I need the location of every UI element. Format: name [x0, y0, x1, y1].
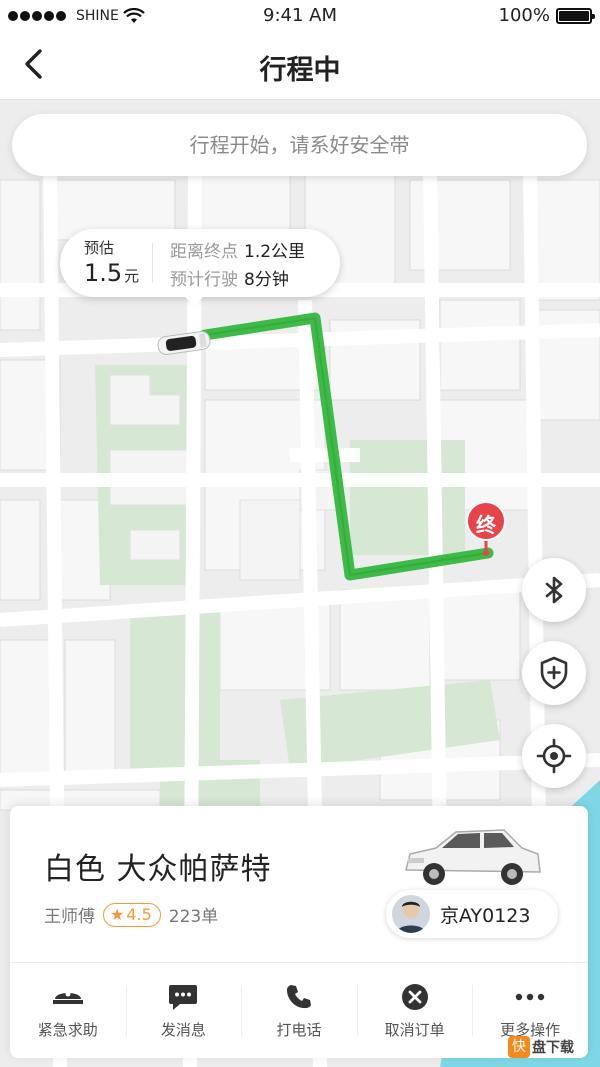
plate-badge: 京AY0123	[386, 890, 558, 938]
battery-area: 100%	[498, 5, 595, 26]
status-bar: SHINE 9:41 AM 100%	[0, 0, 600, 30]
duration-row: 预计行驶 8分钟	[170, 265, 289, 290]
vehicle-image	[405, 829, 541, 885]
divider	[152, 243, 153, 283]
plate-number: 京AY0123	[440, 904, 531, 927]
vehicle-title: 白色 大众帕萨特	[44, 852, 272, 887]
rating-badge: ★ 4.5	[103, 902, 161, 927]
price-value: 1.5	[84, 259, 123, 287]
destination-label: 终	[476, 513, 496, 537]
action-bar: 紧急求助 发消息 打电话 取消订单 更多操作	[10, 962, 588, 1058]
call-button[interactable]: 打电话	[241, 963, 357, 1058]
police-icon	[52, 981, 84, 1013]
fare-estimate-bubble: 预估 1.5 元 距离终点 1.2公里 预计行驶 8分钟	[60, 229, 340, 306]
battery-percent: 100%	[498, 5, 550, 26]
safety-button[interactable]	[522, 641, 586, 705]
shield-plus-icon	[540, 656, 568, 690]
cancel-icon	[399, 981, 431, 1013]
trip-info-card: 白色 大众帕萨特 王师傅 ★4.5 223单 京AY0123 紧急求助 发消息	[10, 806, 588, 1058]
vehicle-marker-icon	[157, 331, 211, 355]
estimate-label: 预估	[84, 239, 115, 257]
locate-icon	[536, 738, 572, 774]
distance-label: 距离终点	[170, 242, 238, 262]
action-label: 发消息	[160, 1021, 206, 1039]
distance-row: 距离终点 1.2公里	[170, 237, 305, 262]
watermark-text: 盘下载	[532, 1040, 574, 1056]
phone-icon	[283, 981, 315, 1013]
order-count: 223单	[168, 907, 219, 927]
star-icon: ★	[110, 905, 125, 924]
price-unit: 元	[124, 267, 140, 285]
destination-marker[interactable]: 终	[465, 501, 507, 557]
driver-avatar	[390, 893, 432, 935]
driver-info: 王师傅 ★ 4.5 223单	[44, 902, 218, 927]
battery-icon	[556, 7, 595, 24]
distance-value: 1.2公里	[244, 242, 306, 262]
cancel-order-button[interactable]: 取消订单	[356, 963, 473, 1058]
action-label: 紧急求助	[37, 1021, 98, 1039]
duration-value: 8分钟	[244, 270, 289, 290]
locate-button[interactable]	[522, 724, 586, 788]
duration-label: 预计行驶	[170, 270, 238, 290]
bluetooth-icon	[545, 576, 563, 604]
rating-value: 4.5	[126, 905, 152, 924]
driver-name: 王师傅	[44, 907, 95, 927]
nav-bar: 行程中	[0, 30, 600, 100]
action-label: 取消订单	[384, 1021, 445, 1039]
emergency-button[interactable]: 紧急求助	[10, 963, 126, 1058]
message-icon	[167, 981, 199, 1013]
trip-notice: 行程开始，请系好安全带	[12, 114, 587, 176]
message-button[interactable]: 发消息	[125, 963, 242, 1058]
bluetooth-button[interactable]	[522, 558, 586, 622]
page-title: 行程中	[259, 55, 341, 86]
action-label: 打电话	[276, 1021, 322, 1039]
watermark: 快 盘下载	[508, 1036, 574, 1058]
more-icon	[514, 981, 546, 1013]
estimate-price: 1.5 元	[84, 259, 139, 287]
watermark-logo: 快	[508, 1036, 530, 1058]
